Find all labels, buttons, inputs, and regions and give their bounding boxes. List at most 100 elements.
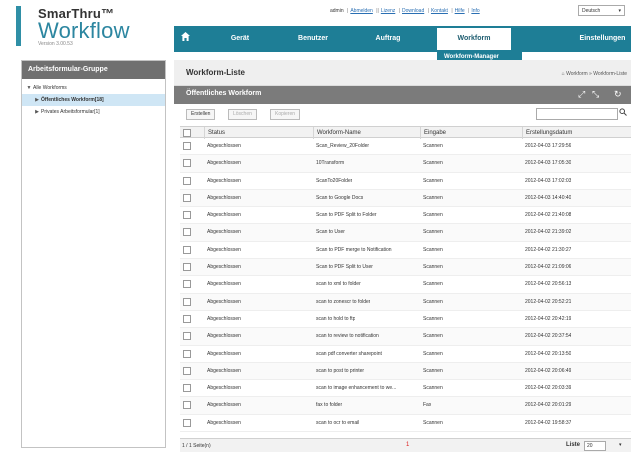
- nav-item-einstellungen[interactable]: Einstellungen: [574, 26, 631, 52]
- row-checkbox[interactable]: [183, 193, 191, 202]
- grid-body: Abgeschlossen Scan_Review_20Folder Scannen…: [180, 138, 631, 438]
- cell-workform-name: scan to zonescr to folder: [316, 298, 371, 305]
- cell-status: Abgeschlossen: [207, 194, 241, 201]
- cell-input: Fax: [423, 402, 432, 409]
- home-icon[interactable]: [180, 31, 192, 43]
- cell-created: 2012-04-02 20:56:13: [525, 281, 572, 288]
- grid-header: Status Workform-Name Eingabe Erstellungs…: [180, 126, 631, 139]
- search-input[interactable]: [536, 108, 618, 120]
- row-checkbox[interactable]: [183, 349, 191, 358]
- cell-workform-name: scan to review to notification: [316, 333, 379, 340]
- table-row[interactable]: Abgeschlossen Scan to PDF Split to Folder…: [180, 207, 631, 225]
- row-checkbox[interactable]: [183, 280, 191, 289]
- cell-input: Scannen: [423, 350, 443, 357]
- sidebar-title: Arbeitsformular-Gruppe: [22, 61, 165, 79]
- row-checkbox[interactable]: [183, 211, 191, 220]
- row-checkbox[interactable]: [183, 366, 191, 375]
- page-size-select[interactable]: 20: [584, 441, 606, 451]
- collapse-icon[interactable]: ⤡: [592, 89, 599, 100]
- cell-workform-name: ScanTo20Folder: [316, 177, 353, 184]
- cell-status: Abgeschlossen: [207, 367, 241, 374]
- cell-workform-name: scan pdf converter sharepoint: [316, 350, 382, 357]
- row-checkbox[interactable]: [183, 297, 191, 306]
- breadcrumb: ⌂ Workform » Workform-Liste: [562, 71, 627, 77]
- tree-expand-icon[interactable]: ▶: [33, 94, 41, 106]
- table-row[interactable]: Abgeschlossen scan pdf converter sharepoi…: [180, 346, 631, 363]
- cell-created: 2012-04-02 20:03:39: [525, 385, 572, 392]
- cell-created: 2012-04-03 17:29:56: [525, 143, 572, 149]
- delete-button[interactable]: Löschen: [228, 109, 257, 120]
- grid-footer: 1 / 1 Seite(n) 1 Liste 20 ▾: [180, 438, 631, 452]
- tree-item-public[interactable]: ▶ Öffentliches Workform[18]: [22, 94, 165, 106]
- tree-expand-icon[interactable]: ▶: [33, 106, 41, 118]
- select-all-checkbox[interactable]: [183, 129, 191, 137]
- cell-workform-name: fax to folder: [316, 402, 343, 409]
- row-checkbox[interactable]: [183, 418, 191, 427]
- table-row[interactable]: Abgeschlossen scan to xml to folder Scanne…: [180, 276, 631, 294]
- table-row[interactable]: Abgeschlossen Scan to PDF merge to Notifi…: [180, 242, 631, 260]
- table-row[interactable]: Abgeschlossen scan to image enhancement t…: [180, 380, 631, 398]
- cell-workform-name: scan to image enhancement to we...: [316, 385, 397, 392]
- cell-created: 2012-04-02 21:39:02: [525, 229, 572, 236]
- license-link[interactable]: Lizenz: [381, 8, 395, 14]
- table-row[interactable]: Abgeschlossen Scan to Google Docs Scannen 2…: [180, 189, 631, 208]
- chevron-down-icon[interactable]: ▾: [619, 442, 622, 448]
- tree-root[interactable]: ▼ Alle Workforms: [22, 82, 165, 94]
- cell-input: Scannen: [423, 212, 443, 219]
- tree-collapse-icon[interactable]: ▼: [25, 82, 33, 94]
- cell-input: Scannen: [423, 264, 443, 271]
- nav-item-auftrag[interactable]: Auftrag: [360, 26, 416, 52]
- copy-button[interactable]: Kopieren: [270, 109, 301, 120]
- row-checkbox[interactable]: [183, 401, 191, 410]
- expand-icon[interactable]: ⤢: [578, 89, 585, 100]
- row-checkbox[interactable]: [183, 228, 191, 237]
- table-row[interactable]: Abgeschlossen Scan to User Scannen 2012-04-…: [180, 224, 631, 242]
- top-links: admin | Abmelden || Lizenz | Download | Kont…: [330, 8, 480, 14]
- table-row[interactable]: Abgeschlossen scan to post to printer Scan…: [180, 362, 631, 381]
- table-row[interactable]: Abgeschlossen fax to folder Fax 2012-04-02 …: [180, 397, 631, 415]
- help-link[interactable]: Hilfe: [455, 8, 465, 14]
- cell-status: Abgeschlossen: [207, 402, 241, 409]
- cell-workform-name: scan to hold to ftp: [316, 315, 356, 322]
- cell-input: Scannen: [423, 177, 443, 184]
- table-row[interactable]: Abgeschlossen scan to review to notificat…: [180, 328, 631, 346]
- row-checkbox[interactable]: [183, 176, 191, 185]
- table-row[interactable]: Abgeschlossen Scan_Review_20Folder Scannen…: [180, 138, 631, 156]
- cell-status: Abgeschlossen: [207, 177, 241, 184]
- sidebar: Arbeitsformular-Gruppe ▼ Alle Workforms ▶…: [21, 60, 166, 448]
- nav-item-workform[interactable]: Workform: [437, 28, 511, 50]
- tree-item-label: Privates Arbeitsformular[1]: [41, 109, 100, 115]
- cell-input: Scannen: [423, 419, 443, 426]
- row-checkbox[interactable]: [183, 314, 191, 323]
- download-link[interactable]: Download: [402, 8, 424, 14]
- row-checkbox[interactable]: [183, 263, 191, 272]
- table-row[interactable]: Abgeschlossen ScanTo20Folder Scannen 2012-0…: [180, 173, 631, 190]
- version-label: Version 3.00.53: [38, 41, 73, 47]
- cell-input: Scannen: [423, 333, 443, 340]
- table-row[interactable]: Abgeschlossen Scan to PDF Split to User Sc…: [180, 259, 631, 277]
- create-button[interactable]: Erstellen: [186, 109, 216, 120]
- language-select[interactable]: Deutsch ▾: [578, 5, 625, 16]
- nav-item-benutzer[interactable]: Benutzer: [283, 26, 343, 52]
- record-count: 1: [406, 442, 410, 448]
- cell-created: 2012-04-03 17:05:30: [525, 160, 572, 167]
- row-checkbox[interactable]: [183, 245, 191, 254]
- contact-link[interactable]: Kontakt: [431, 8, 448, 14]
- toolbar: Erstellen Löschen Kopieren: [174, 104, 631, 126]
- page-title: Workform-Liste: [186, 68, 245, 77]
- row-checkbox[interactable]: [183, 384, 191, 393]
- refresh-icon[interactable]: ↻: [614, 89, 622, 100]
- table-row[interactable]: Abgeschlossen scan to ocr to email Scannen…: [180, 415, 631, 433]
- info-link[interactable]: Info: [471, 8, 479, 14]
- row-checkbox[interactable]: [183, 159, 191, 168]
- table-row[interactable]: Abgeschlossen 10Transform Scannen 2012-04-0…: [180, 155, 631, 173]
- tree-item-private[interactable]: ▶ Privates Arbeitsformular[1]: [22, 106, 165, 118]
- table-row[interactable]: Abgeschlossen scan to hold to ftp Scannen 2…: [180, 311, 631, 329]
- search-icon[interactable]: [619, 108, 627, 118]
- row-checkbox[interactable]: [183, 332, 191, 341]
- page-info: 1 / 1 Seite(n): [182, 443, 211, 449]
- nav-item-geraet[interactable]: Gerät: [215, 26, 265, 52]
- logout-link[interactable]: Abmelden: [350, 8, 373, 14]
- row-checkbox[interactable]: [183, 142, 191, 150]
- table-row[interactable]: Abgeschlossen scan to zonescr to folder Sc…: [180, 293, 631, 311]
